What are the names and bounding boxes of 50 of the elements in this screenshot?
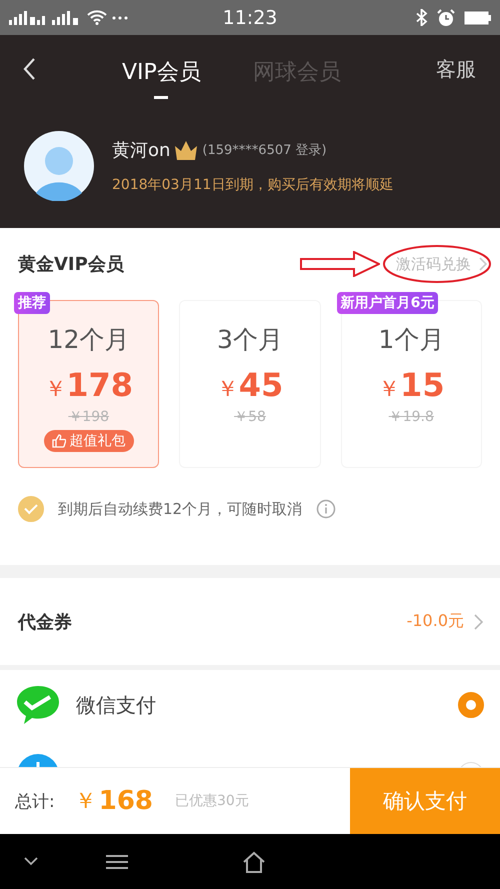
voucher-row[interactable]: 代金券 -10.0元 xyxy=(0,578,500,665)
checkbox[interactable] xyxy=(18,496,44,522)
payment-label: 微信支付 xyxy=(76,692,156,718)
original-price: ￥58 xyxy=(234,408,266,426)
chevron-right-icon xyxy=(479,257,488,271)
alarm-icon xyxy=(437,8,455,26)
tab[interactable]: VIP会员 xyxy=(122,49,201,99)
plan-price: 15 xyxy=(400,366,445,404)
thumbs-up-icon xyxy=(52,434,66,448)
plan-duration: 12个月 xyxy=(48,324,130,356)
phone-number: (159****6507 登录) xyxy=(202,142,327,159)
plan-price: 178 xyxy=(66,366,134,404)
user-name: 黄河on xyxy=(112,139,170,162)
battery-icon xyxy=(464,10,491,24)
voucher-value: -10.0元 xyxy=(406,611,464,632)
plan-price: 45 xyxy=(238,366,284,404)
service-link[interactable]: 客服 xyxy=(430,54,482,84)
currency-sign: ￥ xyxy=(378,376,400,404)
chat-bubble-icon xyxy=(16,685,60,725)
back-icon[interactable] xyxy=(22,57,36,81)
currency-sign: ￥ xyxy=(216,376,239,404)
plan-card[interactable]: 3个月 ￥45 ￥58 xyxy=(179,300,321,468)
chevron-right-icon xyxy=(474,614,484,630)
gift-label: 超值礼包 xyxy=(70,432,126,450)
avatar xyxy=(24,131,94,201)
radio-button[interactable] xyxy=(458,692,484,718)
total-price: 168 xyxy=(98,786,154,816)
status-time: 11:23 xyxy=(222,6,278,28)
original-price: ￥19.8 xyxy=(388,408,434,426)
original-price: ￥198 xyxy=(68,408,110,426)
bluetooth-icon xyxy=(416,9,428,26)
plan-duration: 3个月 xyxy=(217,324,283,356)
section-title: 黄金VIP会员 xyxy=(18,253,124,276)
plan-duration: 1个月 xyxy=(378,324,444,356)
crown-icon xyxy=(173,139,200,161)
chevron-down-icon[interactable] xyxy=(24,857,38,866)
more-icon xyxy=(112,16,128,20)
menu-icon[interactable] xyxy=(106,854,128,870)
signal-icon xyxy=(9,10,47,24)
currency-sign: ￥ xyxy=(44,376,66,404)
expiry-text: 2018年03月11日到期，购买后有效期将顺延 xyxy=(112,176,394,194)
auto-renew-label: 到期后自动续费12个月，可随时取消 xyxy=(58,500,302,518)
total-label: 总计: xyxy=(15,790,55,812)
wifi-icon xyxy=(87,10,107,25)
voucher-label: 代金券 xyxy=(18,610,72,634)
home-icon[interactable] xyxy=(242,850,266,872)
plan-badge: 新用户首月6元 xyxy=(336,292,438,314)
plan-badge: 推荐 xyxy=(14,292,50,314)
discount-text: 已优惠30元 xyxy=(175,792,249,810)
currency-sign: ￥ xyxy=(74,788,97,816)
